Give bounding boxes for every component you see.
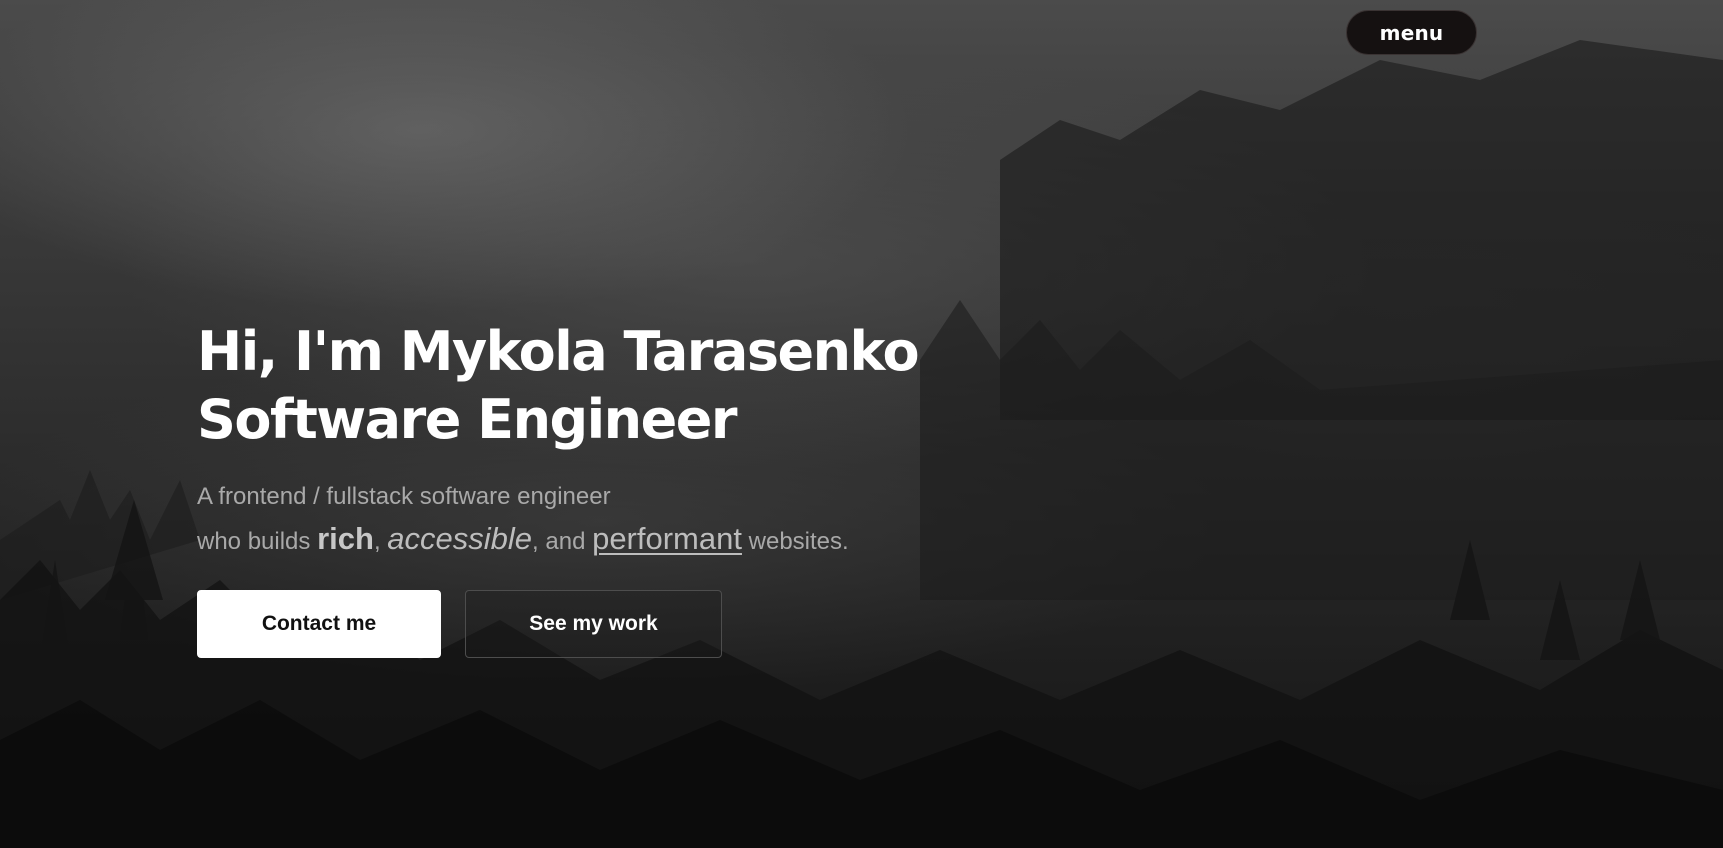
- page-title: Hi, I'm Mykola Tarasenko Software Engine…: [197, 318, 1097, 454]
- contact-me-button[interactable]: Contact me: [197, 590, 441, 658]
- subtitle-suffix: websites.: [741, 528, 849, 555]
- subtitle-line-1: A frontend / fullstack software engineer: [197, 483, 611, 510]
- word-accessible: accessible: [387, 521, 533, 556]
- word-rich: rich: [317, 521, 374, 556]
- hero-content: Hi, I'm Mykola Tarasenko Software Engine…: [197, 318, 1097, 563]
- see-my-work-button[interactable]: See my work: [465, 590, 722, 658]
- word-performant: performant: [592, 521, 742, 556]
- hero-subtitle: A frontend / fullstack software engineer…: [197, 476, 1097, 563]
- title-role: Software Engineer: [197, 388, 738, 451]
- subtitle-prefix: who builds: [197, 528, 318, 555]
- menu-button[interactable]: menu: [1346, 10, 1477, 55]
- subtitle-separator-2: , and: [532, 528, 593, 555]
- hero-actions: Contact me See my work: [197, 590, 722, 658]
- subtitle-separator-1: ,: [373, 528, 388, 555]
- subtitle-line-2: who builds rich, accessible, and perform…: [197, 518, 1097, 563]
- title-greeting: Hi, I'm Mykola Tarasenko: [197, 320, 920, 383]
